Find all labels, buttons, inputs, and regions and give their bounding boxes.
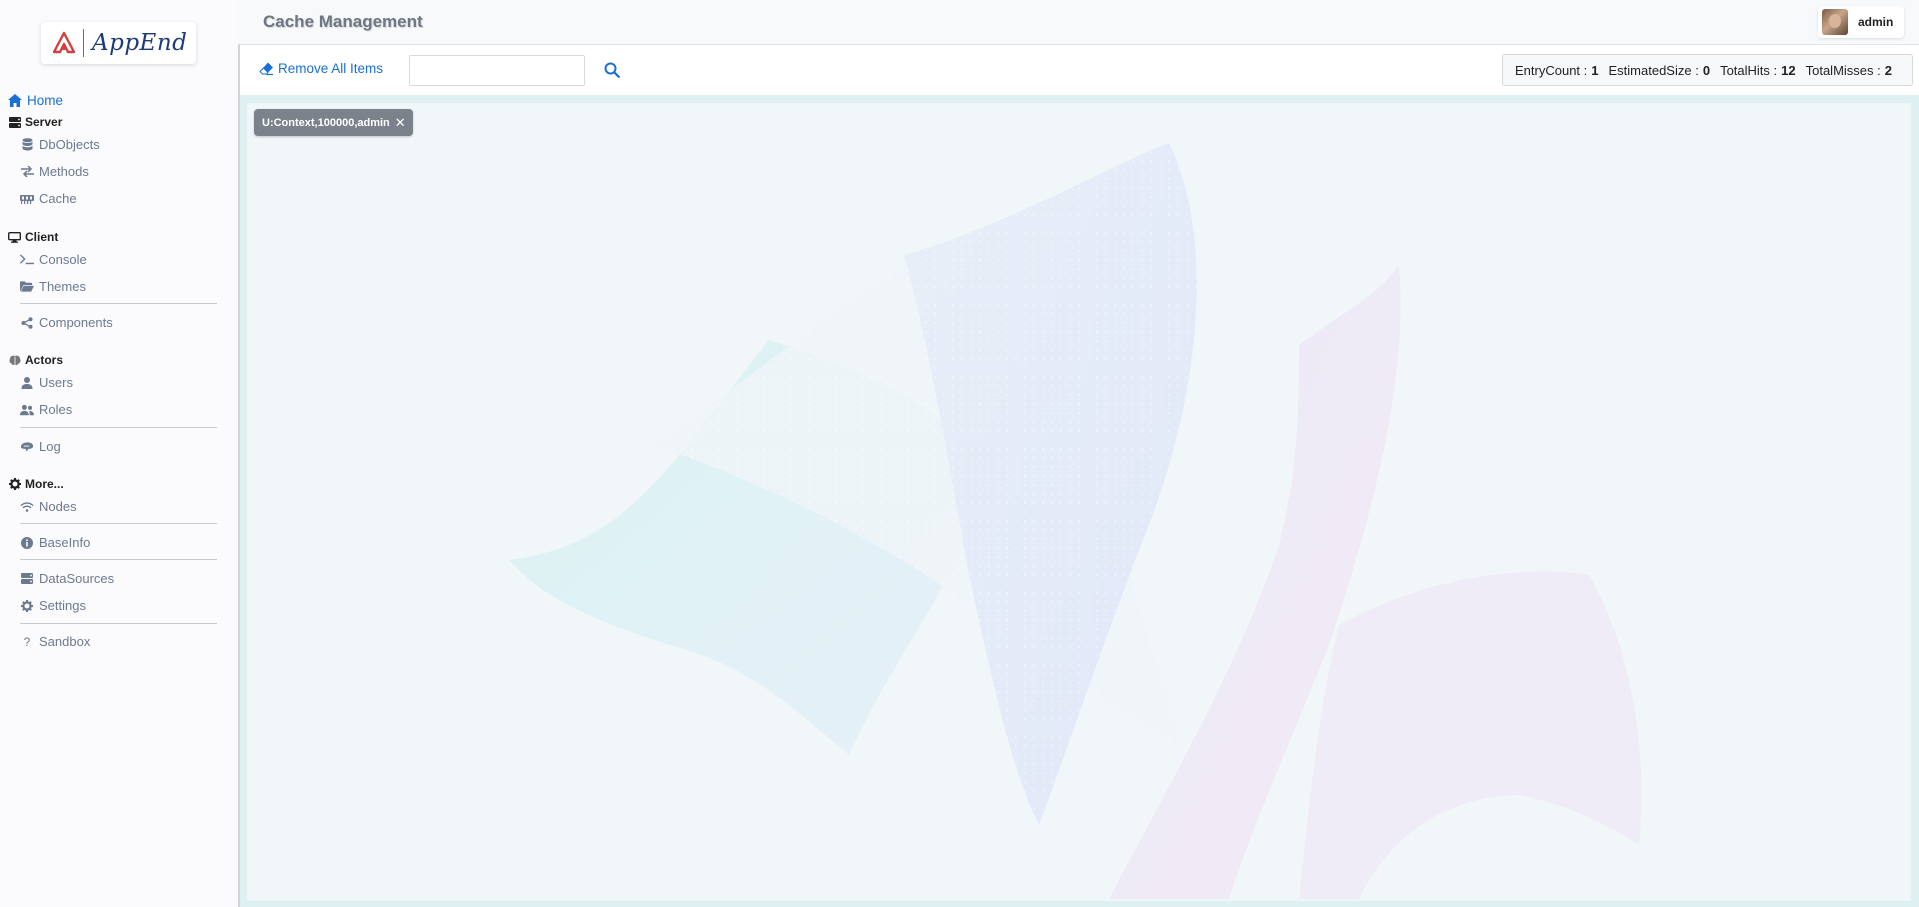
sidebar-divider — [20, 427, 217, 428]
page-title: Cache Management — [263, 12, 423, 31]
content-area: U:Context,100000,admin ✕ — [240, 95, 1919, 907]
home-icon — [8, 94, 22, 108]
sidebar-item-log[interactable]: Log — [20, 439, 61, 454]
app-logo[interactable]: AppEnd — [41, 22, 196, 64]
sidebar-item-settings[interactable]: Settings — [20, 598, 86, 613]
sidebar-divider — [20, 559, 217, 560]
logo-divider — [83, 29, 84, 57]
sidebar-item-users[interactable]: Users — [20, 375, 73, 390]
section-title: More... — [25, 477, 64, 491]
sidebar-divider — [20, 303, 217, 304]
total-misses-value: 2 — [1884, 62, 1892, 78]
exchange-icon — [20, 165, 34, 179]
cache-stats: EntryCount : 1 EstimatedSize : 0 TotalHi… — [1502, 54, 1913, 86]
sidebar-section-actors: Actors — [8, 353, 63, 367]
info-circle-icon — [20, 536, 34, 550]
server-icon — [8, 116, 21, 129]
entry-count-label: EntryCount : — [1515, 62, 1588, 78]
main-panel: Remove All Items EntryCount : 1 Estimate… — [238, 44, 1919, 907]
sidebar-item-methods[interactable]: Methods — [20, 164, 89, 179]
sidebar-item-label: DataSources — [39, 571, 115, 586]
cache-item-key: U:Context,100000,admin — [262, 116, 390, 129]
cache-items-area: U:Context,100000,admin ✕ — [247, 103, 1911, 901]
sidebar-item-nodes[interactable]: Nodes — [20, 499, 77, 514]
sidebar-item-label: Roles — [39, 402, 73, 417]
section-title: Actors — [25, 353, 64, 367]
sidebar-item-themes[interactable]: Themes — [20, 279, 86, 294]
sidebar-item-label: Themes — [39, 279, 86, 294]
desktop-icon — [8, 231, 21, 244]
total-hits-label: TotalHits : — [1720, 62, 1778, 78]
user-group-icon — [20, 403, 34, 417]
wifi-icon — [20, 500, 34, 514]
sidebar: AppEnd Home Server DbObjects Methods Cac… — [0, 0, 237, 907]
sidebar-item-cache[interactable]: Cache — [20, 191, 77, 206]
section-title: Client — [25, 230, 59, 244]
sidebar-item-label: Users — [39, 375, 73, 390]
brain-icon — [8, 354, 21, 367]
user-menu[interactable]: admin — [1818, 6, 1904, 38]
sidebar-item-label: Methods — [39, 164, 89, 179]
search-icon[interactable] — [604, 62, 620, 78]
sidebar-item-label: Home — [27, 93, 64, 108]
sidebar-item-components[interactable]: Components — [20, 315, 113, 330]
sidebar-item-label: Console — [39, 252, 87, 267]
folder-open-icon — [20, 280, 34, 294]
sidebar-section-client: Client — [8, 230, 58, 244]
gear-icon — [8, 478, 21, 491]
gear-icon — [20, 599, 34, 613]
sidebar-item-dbobjects[interactable]: DbObjects — [20, 137, 100, 152]
sidebar-item-label: Sandbox — [39, 634, 91, 649]
logo-text: AppEnd — [92, 30, 188, 56]
sidebar-item-label: Components — [39, 315, 113, 330]
sidebar-item-label: DbObjects — [39, 137, 100, 152]
estimated-size-label: EstimatedSize : — [1608, 62, 1699, 78]
sidebar-item-console[interactable]: Console — [20, 252, 87, 267]
server-icon — [20, 572, 34, 586]
sidebar-item-baseinfo[interactable]: BaseInfo — [20, 535, 90, 550]
sidebar-item-label: Cache — [39, 191, 77, 206]
share-nodes-icon — [20, 316, 34, 330]
section-title: Server — [25, 115, 63, 129]
sidebar-item-roles[interactable]: Roles — [20, 402, 72, 417]
total-hits-value: 12 — [1781, 62, 1796, 78]
sidebar-item-label: Nodes — [39, 499, 77, 514]
entry-count-value: 1 — [1591, 62, 1599, 78]
sidebar-item-label: Log — [39, 439, 61, 454]
memory-icon — [20, 192, 34, 206]
search-input[interactable] — [409, 55, 585, 86]
log-icon — [20, 440, 34, 454]
remove-all-items-button[interactable]: Remove All Items — [259, 61, 383, 76]
cache-item-tag: U:Context,100000,admin ✕ — [254, 109, 413, 136]
question-icon: ? — [23, 634, 31, 649]
sidebar-divider — [20, 523, 217, 524]
background-wallpaper — [509, 143, 1642, 899]
sidebar-item-label: BaseInfo — [39, 535, 91, 550]
sidebar-section-more: More... — [8, 477, 64, 491]
sidebar-item-datasources[interactable]: DataSources — [20, 571, 114, 586]
terminal-icon — [20, 253, 34, 267]
database-icon — [20, 138, 34, 152]
total-misses-label: TotalMisses : — [1805, 62, 1881, 78]
remove-item-icon[interactable]: ✕ — [395, 115, 406, 131]
sidebar-section-server: Server — [8, 115, 62, 129]
remove-all-items-label: Remove All Items — [278, 61, 384, 76]
eraser-icon — [259, 62, 273, 76]
user-name: admin — [1858, 15, 1894, 29]
toolbar: Remove All Items EntryCount : 1 Estimate… — [240, 45, 1919, 95]
estimated-size-value: 0 — [1702, 62, 1711, 78]
sidebar-divider — [20, 623, 217, 624]
avatar — [1822, 9, 1848, 35]
sidebar-item-label: Settings — [39, 598, 86, 613]
sidebar-item-sandbox[interactable]: ? Sandbox — [20, 634, 91, 649]
sidebar-item-home[interactable]: Home — [8, 93, 63, 108]
append-logo-icon — [52, 31, 76, 54]
user-icon — [20, 376, 34, 390]
